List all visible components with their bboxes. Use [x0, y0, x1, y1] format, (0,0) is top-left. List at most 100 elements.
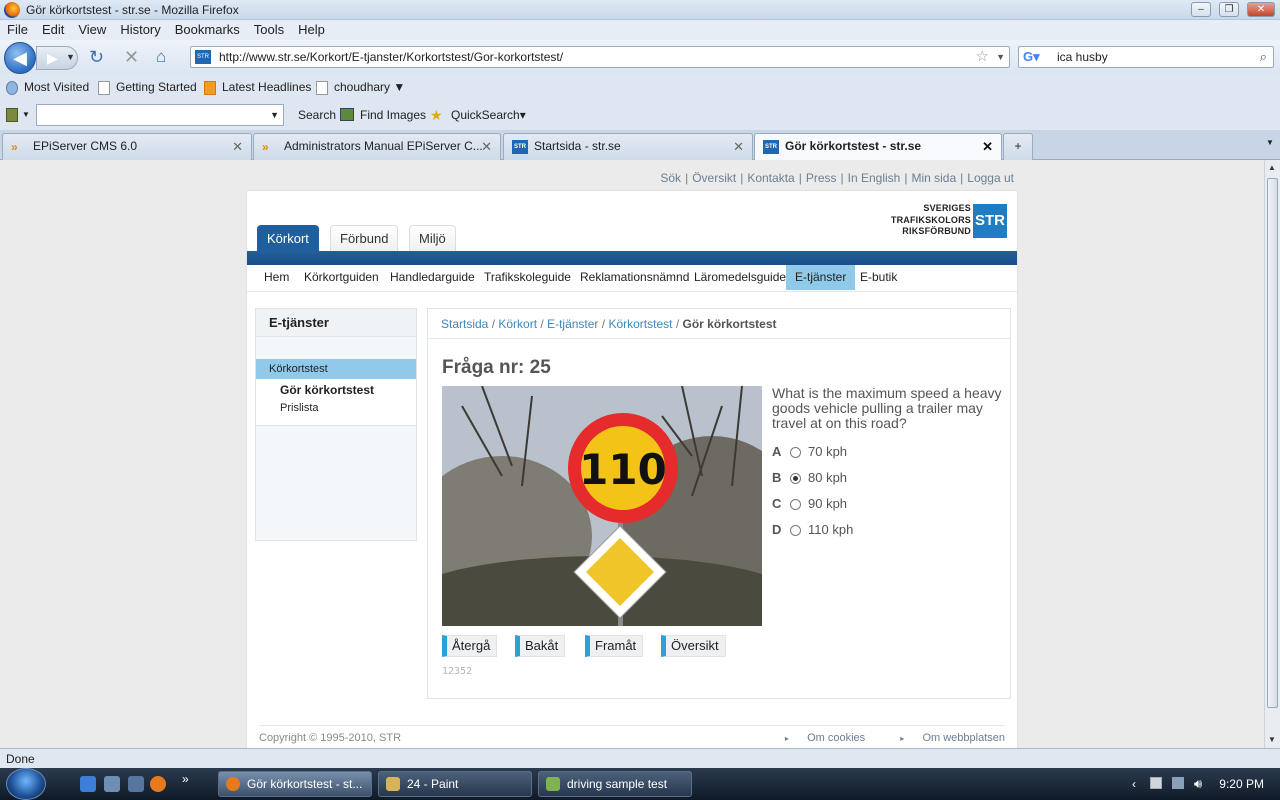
subnav-korkortguiden[interactable]: Körkortguiden — [295, 265, 388, 290]
side-item-korkortstest[interactable]: Körkortstest — [256, 359, 416, 379]
overview-button[interactable]: Översikt — [661, 635, 726, 657]
bookmark-most-visited[interactable]: Most Visited — [6, 74, 89, 100]
tab-gor-korkortstest[interactable]: STR Gör körkortstest - str.se ✕ — [754, 133, 1002, 161]
url-dropdown-icon[interactable]: ▼ — [996, 47, 1005, 67]
ie-icon[interactable] — [80, 776, 96, 792]
link-press[interactable]: Press — [806, 171, 837, 185]
tab-admin-manual[interactable]: » Administrators Manual EPiServer C... ✕ — [253, 133, 501, 160]
next-button[interactable]: Framåt — [585, 635, 644, 657]
history-dropdown-icon[interactable]: ▼ — [66, 46, 75, 68]
link-oversikt[interactable]: Översikt — [692, 171, 736, 185]
link-om-cookies[interactable]: ▸ Om cookies — [769, 732, 865, 744]
google-icon[interactable]: G▾ — [1023, 49, 1040, 65]
volume-icon[interactable]: 🔊︎ — [1194, 768, 1202, 800]
side-item-gor-korkortstest[interactable]: Gör körkortstest — [280, 382, 374, 398]
tab-forbund[interactable]: Förbund — [330, 225, 399, 251]
menu-tools[interactable]: Tools — [247, 20, 291, 40]
search-icon[interactable]: ⌕ — [1260, 47, 1267, 67]
stop-icon[interactable]: ✕ — [124, 46, 139, 68]
close-tab-icon[interactable]: ✕ — [982, 134, 993, 159]
scroll-thumb[interactable] — [1267, 178, 1278, 708]
bookmark-choudhary[interactable]: choudhary ▼ — [316, 74, 405, 100]
toolbar-dropdown-icon[interactable]: ▼ — [22, 100, 30, 130]
return-button[interactable]: Återgå — [442, 635, 498, 657]
minimize-button[interactable]: – — [1191, 2, 1211, 17]
crumb-korkort[interactable]: Körkort — [498, 317, 537, 331]
tab-list-icon[interactable]: ▼ — [1266, 138, 1274, 147]
tab-episerver[interactable]: » EPiServer CMS 6.0 ✕ — [2, 133, 252, 160]
network-icon[interactable] — [1150, 777, 1162, 789]
home-icon[interactable]: ⌂ — [156, 46, 166, 68]
subnav-laromedelsguide[interactable]: Läromedelsguide — [685, 265, 795, 290]
menu-bookmarks[interactable]: Bookmarks — [168, 20, 247, 40]
maximize-button[interactable]: ❐ — [1219, 2, 1239, 17]
toolbar-combo-input[interactable]: ▼ — [36, 104, 284, 126]
link-kontakta[interactable]: Kontakta — [747, 171, 794, 185]
link-sok[interactable]: Sök — [660, 171, 681, 185]
answer-option-b[interactable]: B 80 kph — [772, 468, 847, 488]
menu-view[interactable]: View — [71, 20, 113, 40]
tab-miljo[interactable]: Miljö — [409, 225, 456, 251]
subnav-reklamationsnamnd[interactable]: Reklamationsnämnd — [571, 265, 698, 290]
scroll-down-icon[interactable]: ▼ — [1268, 735, 1276, 744]
back-button[interactable]: ◀ — [4, 42, 36, 74]
close-window-button[interactable]: ✕ — [1247, 2, 1275, 17]
scroll-up-icon[interactable]: ▲ — [1268, 163, 1276, 172]
firefox-quicklaunch-icon[interactable] — [150, 776, 166, 792]
task-paint[interactable]: 24 - Paint — [378, 771, 532, 797]
quicksearch-button[interactable]: QuickSearch▾ — [451, 100, 526, 130]
menu-help[interactable]: Help — [291, 20, 332, 40]
str-logo[interactable]: SVERIGES TRAFIKSKOLORS RIKSFÖRBUND STR — [879, 203, 1007, 239]
find-images-button[interactable]: Find Images — [360, 100, 426, 130]
crumb-startsida[interactable]: Startsida — [441, 317, 488, 331]
link-logga-ut[interactable]: Logga ut — [967, 171, 1014, 185]
toolbar-search-button[interactable]: Search — [298, 100, 336, 130]
close-tab-icon[interactable]: ✕ — [733, 134, 744, 159]
subnav-trafikskoleguide[interactable]: Trafikskoleguide — [475, 265, 580, 290]
film-icon[interactable] — [6, 108, 18, 122]
answer-option-a[interactable]: A 70 kph — [772, 442, 847, 462]
reload-icon[interactable]: ↻ — [89, 46, 104, 68]
tray-expand-icon[interactable]: ‹ — [1132, 768, 1136, 800]
option-b-radio[interactable] — [790, 473, 801, 485]
answer-option-d[interactable]: D 110 kph — [772, 520, 853, 540]
switch-windows-icon[interactable] — [128, 776, 144, 792]
bookmark-latest-headlines[interactable]: Latest Headlines — [204, 74, 311, 100]
subnav-e-tjanster[interactable]: E-tjänster — [786, 265, 856, 290]
subnav-hem[interactable]: Hem — [255, 265, 298, 290]
option-c-radio[interactable] — [790, 499, 801, 511]
close-tab-icon[interactable]: ✕ — [232, 134, 243, 159]
task-firefox[interactable]: Gör körkortstest - st... — [218, 771, 372, 797]
link-in-english[interactable]: In English — [848, 171, 901, 185]
tab-startsida[interactable]: STR Startsida - str.se ✕ — [503, 133, 753, 160]
address-bar[interactable]: STR http://www.str.se/Korkort/E-tjanster… — [190, 46, 1010, 68]
close-tab-icon[interactable]: ✕ — [481, 134, 492, 159]
crumb-korkortstest[interactable]: Körkortstest — [608, 317, 672, 331]
start-button[interactable] — [6, 768, 46, 800]
task-driving-sample-test[interactable]: driving sample test — [538, 771, 692, 797]
subnav-e-butik[interactable]: E-butik — [851, 265, 906, 290]
menu-edit[interactable]: Edit — [35, 20, 71, 40]
crumb-e-tjanster[interactable]: E-tjänster — [547, 317, 598, 331]
menu-history[interactable]: History — [113, 20, 167, 40]
tab-korkort[interactable]: Körkort — [257, 225, 319, 251]
option-a-radio[interactable] — [790, 447, 801, 459]
quicklaunch-more-icon[interactable]: » — [182, 772, 189, 786]
vertical-scrollbar[interactable]: ▲ ▼ — [1264, 160, 1280, 748]
bookmark-star-icon[interactable]: ☆ — [976, 47, 989, 67]
subnav-handledarguide[interactable]: Handledarguide — [381, 265, 484, 290]
menu-file[interactable]: File — [0, 20, 35, 40]
search-box[interactable]: G▾ ica husby ⌕ — [1018, 46, 1274, 68]
clock[interactable]: 9:20 PM — [1219, 768, 1264, 800]
display-icon[interactable] — [1172, 777, 1184, 789]
new-tab-button[interactable]: + — [1003, 133, 1033, 160]
bookmark-getting-started[interactable]: Getting Started — [98, 74, 197, 100]
combo-dropdown-icon[interactable]: ▼ — [270, 105, 279, 125]
side-item-prislista[interactable]: Prislista — [280, 400, 319, 416]
link-om-webbplatsen[interactable]: ▸ Om webbplatsen — [884, 732, 1005, 744]
answer-option-c[interactable]: C 90 kph — [772, 494, 847, 514]
previous-button[interactable]: Bakåt — [515, 635, 566, 657]
option-d-radio[interactable] — [790, 525, 801, 537]
link-min-sida[interactable]: Min sida — [911, 171, 956, 185]
show-desktop-icon[interactable] — [104, 776, 120, 792]
